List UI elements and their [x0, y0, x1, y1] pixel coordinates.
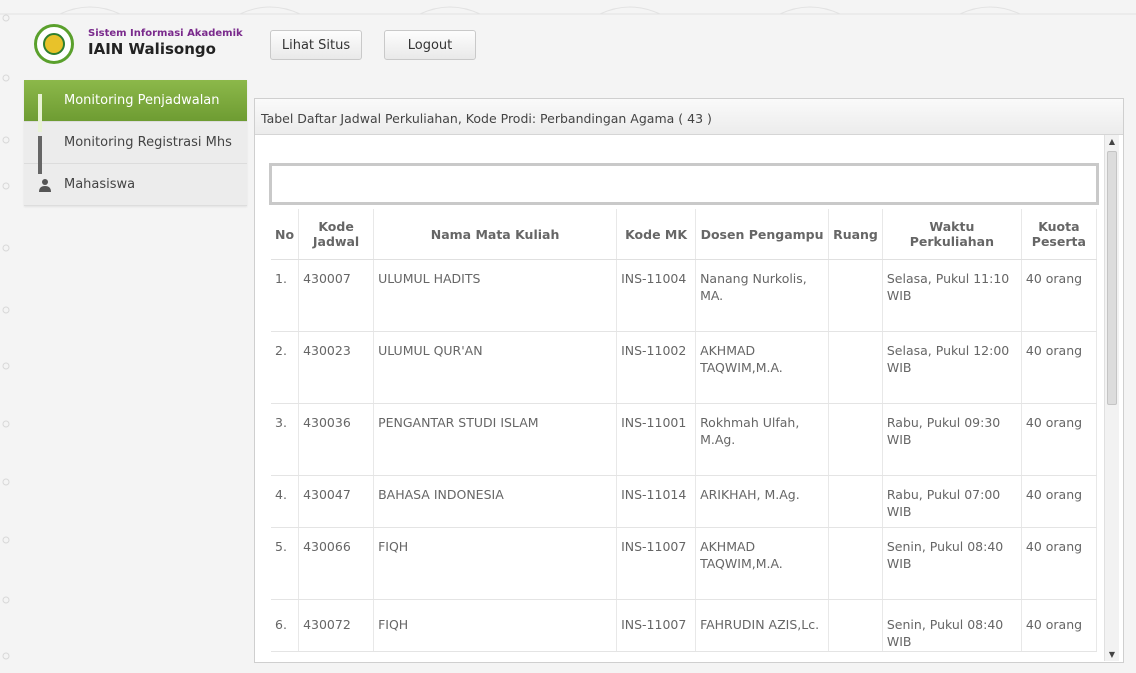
cell-kode-mk: INS-11007 — [616, 599, 697, 652]
sidebar-item-label: Monitoring Penjadwalan — [64, 93, 220, 108]
scroll-up-arrow-icon[interactable]: ▲ — [1105, 137, 1119, 146]
cell-waktu: Selasa, Pukul 11:10 WIB — [882, 259, 1022, 332]
cell-ruang — [828, 475, 883, 528]
cell-kode-mk: INS-11004 — [616, 259, 697, 332]
cell-kode-jadwal: 430007 — [298, 259, 375, 332]
cell-kuota: 40 orang — [1021, 475, 1097, 528]
cell-no: 6. — [271, 599, 300, 652]
col-header-nama-mata-kuliah: Nama Mata Kuliah — [373, 209, 618, 260]
cell-waktu: Senin, Pukul 08:40 WIB — [882, 527, 1022, 600]
cell-kode-jadwal: 430023 — [298, 331, 375, 404]
col-header-no: No — [271, 209, 300, 260]
col-header-ruang: Ruang — [828, 209, 883, 260]
sidebar-item-monitoring-registrasi[interactable]: Monitoring Registrasi Mhs — [24, 122, 247, 174]
cell-kuota: 40 orang — [1021, 259, 1097, 332]
table-row: 2. 430023 ULUMUL QUR'AN INS-11002 AKHMAD… — [271, 331, 1097, 404]
cell-nama: BAHASA INDONESIA — [373, 475, 618, 528]
view-site-button[interactable]: Lihat Situs — [270, 30, 362, 60]
col-header-waktu: Waktu Perkuliahan — [882, 209, 1022, 260]
cell-dosen: ARIKHAH, M.Ag. — [695, 475, 830, 528]
table-row: 5. 430066 FIQH INS-11007 AKHMAD TAQWIM,M… — [271, 527, 1097, 600]
col-header-kuota: Kuota Peserta — [1021, 209, 1097, 260]
table-row: 6. 430072 FIQH INS-11007 FAHRUDIN AZIS,L… — [271, 599, 1097, 652]
table-row: 3. 430036 PENGANTAR STUDI ISLAM INS-1100… — [271, 403, 1097, 476]
scroll-down-arrow-icon[interactable]: ▼ — [1105, 650, 1119, 659]
cell-no: 2. — [271, 331, 300, 404]
sidebar-item-label: Mahasiswa — [64, 177, 136, 192]
table-row: 4. 430047 BAHASA INDONESIA INS-11014 ARI… — [271, 475, 1097, 528]
cell-no: 1. — [271, 259, 300, 332]
cell-kuota: 40 orang — [1021, 527, 1097, 600]
cell-kode-mk: INS-11002 — [616, 331, 697, 404]
cell-dosen: AKHMAD TAQWIM,M.A. — [695, 527, 830, 600]
cell-kuota: 40 orang — [1021, 403, 1097, 476]
cell-waktu: Senin, Pukul 08:40 WIB — [882, 599, 1022, 652]
logo-emblem-icon — [34, 24, 74, 64]
scroll-thumb[interactable] — [1107, 151, 1117, 405]
cell-no: 3. — [271, 403, 300, 476]
cell-ruang — [828, 599, 883, 652]
col-header-kode-jadwal: Kode Jadwal — [298, 209, 375, 260]
schedule-panel: Tabel Daftar Jadwal Perkuliahan, Kode Pr… — [254, 98, 1124, 663]
panel-body: No Kode Jadwal Nama Mata Kuliah Kode MK … — [261, 137, 1119, 657]
cell-dosen: FAHRUDIN AZIS,Lc. — [695, 599, 830, 652]
table-filter-box[interactable] — [269, 163, 1099, 205]
cell-nama: FIQH — [373, 599, 618, 652]
cell-waktu: Selasa, Pukul 12:00 WIB — [882, 331, 1022, 404]
cell-kuota: 40 orang — [1021, 331, 1097, 404]
cell-nama: ULUMUL QUR'AN — [373, 331, 618, 404]
cell-dosen: Rokhmah Ulfah, M.Ag. — [695, 403, 830, 476]
cell-nama: PENGANTAR STUDI ISLAM — [373, 403, 618, 476]
cell-kode-mk: INS-11001 — [616, 403, 697, 476]
cell-kode-jadwal: 430047 — [298, 475, 375, 528]
logout-button[interactable]: Logout — [384, 30, 476, 60]
bar-chart-icon — [38, 93, 56, 132]
sidebar-nav: Monitoring Penjadwalan Monitoring Regist… — [24, 80, 247, 206]
cell-ruang — [828, 259, 883, 332]
cell-dosen: AKHMAD TAQWIM,M.A. — [695, 331, 830, 404]
panel-title: Tabel Daftar Jadwal Perkuliahan, Kode Pr… — [255, 99, 1123, 135]
cell-ruang — [828, 527, 883, 600]
vertical-scrollbar[interactable]: ▲ ▼ — [1104, 135, 1119, 661]
cell-kode-mk: INS-11007 — [616, 527, 697, 600]
user-icon — [38, 178, 56, 192]
cell-kode-jadwal: 430036 — [298, 403, 375, 476]
sidebar-item-label: Monitoring Registrasi Mhs — [64, 135, 232, 150]
cell-kode-mk: INS-11014 — [616, 475, 697, 528]
app-logo[interactable]: Sistem Informasi Akademik IAIN Walisongo — [28, 22, 243, 70]
sidebar-item-mahasiswa[interactable]: Mahasiswa — [24, 164, 247, 206]
cell-nama: ULUMUL HADITS — [373, 259, 618, 332]
col-header-dosen: Dosen Pengampu — [695, 209, 830, 260]
table-row: 1. 430007 ULUMUL HADITS INS-11004 Nanang… — [271, 259, 1097, 332]
cell-no: 5. — [271, 527, 300, 600]
cell-kuota: 40 orang — [1021, 599, 1097, 652]
cell-kode-jadwal: 430072 — [298, 599, 375, 652]
cell-kode-jadwal: 430066 — [298, 527, 375, 600]
cell-dosen: Nanang Nurkolis, MA. — [695, 259, 830, 332]
cell-waktu: Rabu, Pukul 09:30 WIB — [882, 403, 1022, 476]
cell-ruang — [828, 331, 883, 404]
cell-waktu: Rabu, Pukul 07:00 WIB — [882, 475, 1022, 528]
cell-ruang — [828, 403, 883, 476]
app-title-main: IAIN Walisongo — [88, 40, 216, 58]
bar-chart-icon — [38, 135, 56, 174]
col-header-kode-mk: Kode MK — [616, 209, 697, 260]
sidebar-item-monitoring-penjadwalan[interactable]: Monitoring Penjadwalan — [24, 80, 247, 132]
app-title-small: Sistem Informasi Akademik — [88, 28, 243, 39]
cell-nama: FIQH — [373, 527, 618, 600]
schedule-table: No Kode Jadwal Nama Mata Kuliah Kode MK … — [271, 209, 1097, 652]
cell-no: 4. — [271, 475, 300, 528]
